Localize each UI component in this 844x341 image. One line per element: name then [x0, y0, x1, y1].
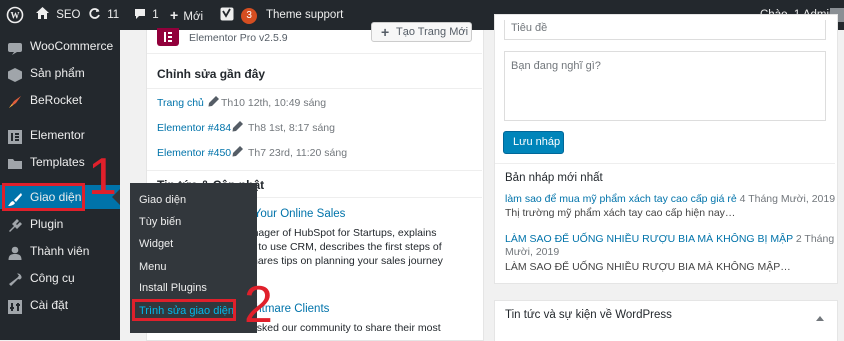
folder-icon [8, 155, 22, 169]
news-item-excerpt: manager of HubSpot for Startups, explain… [238, 227, 443, 267]
plus-icon: + [381, 24, 390, 40]
submenu-item-install-plugins[interactable]: Install Plugins [139, 282, 207, 294]
new-content-link[interactable]: + Mới [170, 0, 203, 30]
sidebar-item-plugins[interactable]: Plugin [0, 212, 120, 236]
draft-content-textarea[interactable]: Bạn đang nghĩ gì? [504, 51, 826, 121]
sidebar-item-berocket[interactable]: BeRocket [0, 88, 120, 112]
user-icon [8, 244, 22, 260]
draft-link[interactable]: LÀM SAO ĐỂ UỐNG NHIỀU RƯỢU BIA MÀ KHÔNG … [505, 233, 793, 245]
yoast-seo-link[interactable]: 3 [220, 0, 258, 30]
pencil-icon [232, 121, 243, 135]
draft-item: làm sao để mua mỹ phẩm xách tay cao cấp … [505, 192, 835, 206]
comments-link[interactable]: 1 [134, 0, 159, 30]
highlight-box-theme-editor [132, 299, 236, 321]
draft-excerpt: Thị trường mỹ phẩm xách tay cao cấp hiện… [505, 207, 736, 219]
comment-icon [134, 9, 149, 21]
wordpress-logo-icon[interactable]: W [6, 0, 24, 30]
draft-title-input[interactable]: Tiêu đề [504, 20, 826, 40]
draft-item: LÀM SAO ĐỂ UỐNG NHIỀU RƯỢU BIA MÀ KHÔNG … [505, 232, 834, 246]
updates-link[interactable]: 11 [88, 0, 119, 30]
collapse-arrow-icon[interactable] [816, 312, 824, 324]
divider [147, 170, 482, 171]
elementor-icon [8, 128, 22, 144]
draft-date: 2 Tháng [795, 233, 835, 245]
recent-drafts-title: Bản nháp mới nhất [505, 172, 603, 184]
step-number-2: 2 [244, 276, 273, 334]
sidebar-item-tools[interactable]: Công cụ [0, 266, 120, 290]
divider [147, 88, 482, 89]
submenu-item-themes[interactable]: Giao diện [139, 194, 186, 206]
pencil-icon [232, 146, 243, 160]
plugin-icon [8, 217, 22, 232]
divider [147, 53, 482, 54]
theme-support-link[interactable]: Theme support [266, 0, 343, 30]
notification-badge: 3 [241, 8, 258, 24]
save-draft-button[interactable]: Lưu nháp [503, 131, 564, 154]
draft-link[interactable]: làm sao để mua mỹ phẩm xách tay cao cấp … [505, 193, 737, 205]
yoast-icon [220, 7, 237, 21]
sidebar-item-woocommerce[interactable]: WooCommerce [0, 34, 120, 58]
sidebar-item-users[interactable]: Thành viên [0, 239, 120, 263]
recent-edits-title: Chỉnh sửa gần đây [157, 67, 266, 81]
highlight-box-appearance [2, 183, 85, 211]
recent-item-date: Th10 12th, 10:49 sáng [221, 97, 327, 109]
svg-text:W: W [11, 11, 20, 21]
submenu-item-menus[interactable]: Menu [139, 261, 167, 273]
submenu-item-widgets[interactable]: Widget [139, 238, 173, 250]
recent-item-link[interactable]: Elementor #450 [157, 147, 231, 159]
woocommerce-icon [8, 39, 22, 55]
step-number-1: 1 [88, 148, 117, 206]
wrench-icon [8, 271, 22, 286]
elementor-version: Elementor Pro v2.5.9 [189, 32, 288, 44]
sidebar-item-elementor[interactable]: Elementor [0, 123, 120, 147]
products-icon [8, 66, 22, 82]
divider [495, 163, 835, 164]
rocket-icon [8, 93, 22, 108]
recent-item-link[interactable]: Elementor #484 [157, 122, 231, 134]
recent-item-date: Th8 1st, 8:17 sáng [248, 122, 335, 134]
new-page-button[interactable]: + Tạo Trang Mới [371, 22, 472, 42]
settings-icon [8, 298, 22, 314]
sidebar-item-settings[interactable]: Cài đặt [0, 293, 120, 317]
draft-date: 4 Tháng Mười, 2019 [739, 193, 836, 205]
home-icon [36, 7, 52, 21]
site-name-link[interactable]: SEO [36, 0, 81, 30]
elementor-logo-icon [157, 28, 179, 46]
draft-date-continued: Mười, 2019 [505, 246, 560, 258]
plus-icon: + [170, 7, 179, 23]
recent-item-date: Th7 23rd, 11:20 sáng [248, 147, 348, 159]
sidebar-item-products[interactable]: Sản phẩm [0, 61, 120, 85]
recent-item-link[interactable]: Trang chủ [157, 97, 204, 109]
pencil-icon [208, 96, 219, 110]
refresh-icon [88, 8, 104, 21]
draft-excerpt: LÀM SAO ĐỂ UỐNG NHIỀU RƯỢU BIA MÀ KHÔNG … [505, 261, 791, 273]
wp-news-title: Tin tức và sự kiện về WordPress [505, 309, 672, 321]
submenu-item-customize[interactable]: Tùy biến [139, 216, 181, 228]
